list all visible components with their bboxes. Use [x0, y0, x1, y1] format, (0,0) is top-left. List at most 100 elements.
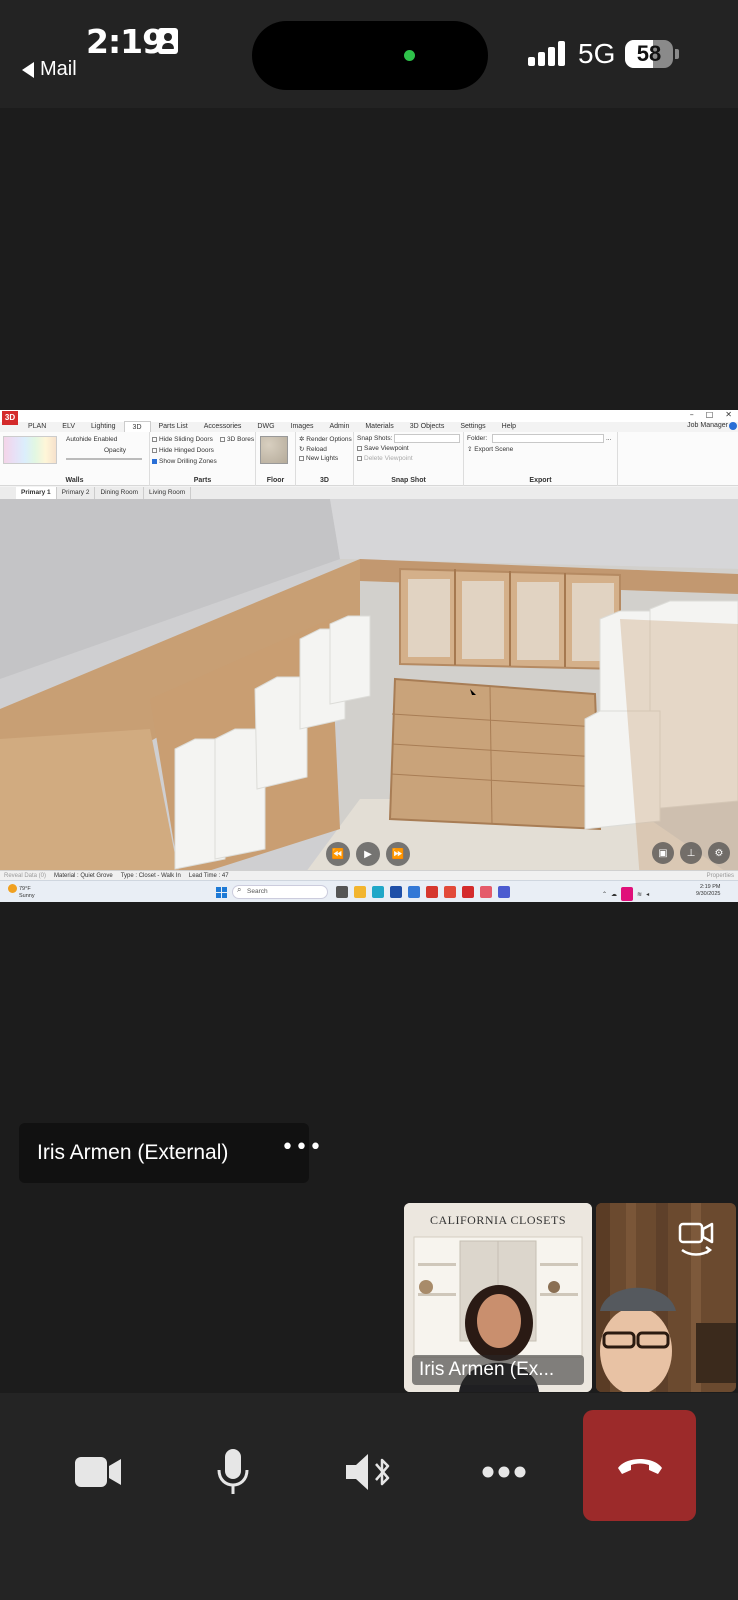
window-controls: – □ ✕	[690, 410, 732, 419]
menu-elv[interactable]: ELV	[54, 421, 83, 432]
california-closets-logo: CALIFORNIA CLOSETS	[429, 1213, 566, 1227]
floor-texture-picker[interactable]	[260, 436, 288, 464]
menu-3d[interactable]: 3D	[123, 421, 151, 432]
folder-label: Folder:	[467, 435, 488, 442]
frame-icon[interactable]: ▣	[652, 842, 674, 864]
minimize-icon[interactable]: –	[690, 410, 694, 419]
browse-folder-button[interactable]: ...	[606, 435, 611, 442]
delete-viewpoint-button[interactable]: Delete Viewpoint	[357, 455, 413, 462]
menu-images[interactable]: Images	[283, 421, 322, 432]
menu-dwg[interactable]: DWG	[249, 421, 282, 432]
fast-forward-button[interactable]: ⏩	[386, 842, 410, 866]
switch-camera-icon[interactable]	[676, 1220, 716, 1256]
more-options-button[interactable]	[472, 1440, 536, 1504]
3d-bores-checkbox[interactable]: 3D Bores	[220, 436, 254, 443]
active-speaker-card[interactable]: Iris Armen (External) •••	[19, 1123, 322, 1183]
back-to-mail-link[interactable]: Mail	[22, 58, 77, 81]
hang-up-icon	[617, 1458, 662, 1474]
menu-lighting[interactable]: Lighting	[83, 421, 124, 432]
active-speaker-name: Iris Armen (External)	[37, 1141, 229, 1164]
mail-icon[interactable]	[408, 886, 420, 898]
menu-3d-objects[interactable]: 3D Objects	[402, 421, 453, 432]
close-icon[interactable]: ✕	[725, 410, 732, 419]
tab-primary-2[interactable]: Primary 2	[57, 487, 96, 499]
settings-gear-icon[interactable]: ⚙	[708, 842, 730, 864]
save-viewpoint-button[interactable]: Save Viewpoint	[357, 445, 409, 452]
show-drilling-zones-checkbox[interactable]: Show Drilling Zones	[152, 458, 217, 465]
battery-tip	[675, 49, 679, 59]
hide-hinged-doors-checkbox[interactable]: Hide Hinged Doors	[152, 447, 214, 454]
taskview-icon[interactable]	[336, 886, 348, 898]
app-menubar: PLAN ELV Lighting 3D Parts List Accessories DW…	[20, 421, 524, 432]
taskbar-clock[interactable]: 2:19 PM 9/30/2025	[696, 884, 720, 898]
menu-help[interactable]: Help	[494, 421, 524, 432]
floor-plane-icon[interactable]: ⊥	[680, 842, 702, 864]
job-manager-link[interactable]: Job Manager	[687, 422, 728, 429]
menu-accessories[interactable]: Accessories	[196, 421, 250, 432]
menu-parts-list[interactable]: Parts List	[151, 421, 196, 432]
cloud-icon[interactable]: ☁	[611, 891, 617, 898]
ribbon-group-3d: ✲ Render Options ↻ Reload New Lights 3D	[296, 432, 354, 486]
taskbar-weather[interactable]: 79°F Sunny	[8, 884, 35, 900]
edge-icon[interactable]	[372, 886, 384, 898]
help-icon[interactable]	[729, 422, 737, 430]
wall-color-swatches[interactable]	[3, 436, 57, 464]
tab-living-room[interactable]: Living Room	[144, 487, 192, 499]
menu-plan[interactable]: PLAN	[20, 421, 54, 432]
audio-output-button[interactable]	[336, 1440, 400, 1504]
ribbon-group-title-walls: Walls	[65, 477, 84, 484]
export-scene-button[interactable]: ⇪ Export Scene	[467, 445, 513, 453]
volume-icon[interactable]: ◂	[646, 891, 649, 898]
menu-admin[interactable]: Admin	[322, 421, 358, 432]
back-label: Mail	[40, 58, 77, 80]
ribbon-group-snap-shot: Snap Shots: Save Viewpoint Delete Viewpo…	[354, 432, 464, 486]
outlook-icon[interactable]	[390, 886, 402, 898]
ribbon-group-title-3d: 3D	[320, 477, 329, 484]
taskbar-search[interactable]: Search	[232, 885, 328, 899]
ribbon-group-floor: Floor	[256, 432, 296, 486]
3d-viewport[interactable]	[0, 499, 738, 880]
explorer-icon[interactable]	[354, 886, 366, 898]
3d-app-icon[interactable]	[462, 886, 474, 898]
autohide-dropdown[interactable]: Autohide Enabled	[66, 436, 117, 443]
app-icon-red[interactable]	[426, 886, 438, 898]
render-options-button[interactable]: ✲ Render Options	[299, 435, 352, 443]
play-button[interactable]: ▶	[356, 842, 380, 866]
reveal-data-label: Reveal Data (0)	[4, 873, 47, 879]
opacity-slider[interactable]	[66, 458, 142, 460]
app-logo: 3D	[2, 411, 18, 425]
teams-icon[interactable]	[498, 886, 510, 898]
end-call-button[interactable]	[583, 1410, 696, 1521]
menu-materials[interactable]: Materials	[357, 421, 401, 432]
hide-sliding-doors-checkbox[interactable]: Hide Sliding Doors	[152, 436, 213, 443]
back-arrow-icon	[22, 61, 34, 78]
maximize-icon[interactable]: □	[706, 410, 714, 419]
camera-toggle-button[interactable]	[66, 1440, 130, 1504]
wifi-icon[interactable]: ≋	[637, 891, 642, 898]
camera-in-use-indicator	[404, 50, 415, 61]
system-tray: ⌃ ☁ ≋ ◂	[602, 887, 649, 901]
tab-primary-1[interactable]: Primary 1	[16, 487, 57, 499]
rewind-button[interactable]: ⏪	[326, 842, 350, 866]
battery-percent: 58	[636, 41, 662, 66]
participant-more-button[interactable]: •••	[281, 1135, 323, 1160]
sun-icon	[8, 884, 17, 893]
ribbon-group-title-floor: Floor	[266, 477, 285, 484]
app-status-line: Reveal Data (0) Material : Quiet Grove T…	[0, 870, 738, 880]
reload-button[interactable]: ↻ Reload	[299, 445, 327, 453]
tab-dining-room[interactable]: Dining Room	[95, 487, 145, 499]
tray-microphone-icon[interactable]	[621, 887, 634, 901]
ribbon-group-title-snap-shot: Snap Shot	[391, 477, 426, 484]
new-lights-checkbox[interactable]: New Lights	[299, 455, 338, 462]
folder-input[interactable]	[492, 434, 604, 443]
mute-button[interactable]	[201, 1440, 265, 1504]
video-tile-iris[interactable]: CALIFORNIA CLOSETS Iris Armen (Ex...	[404, 1203, 592, 1392]
snap-shots-select[interactable]	[394, 434, 460, 443]
app-icon-pink[interactable]	[480, 886, 492, 898]
windows-start-icon[interactable]	[216, 887, 227, 898]
ribbon-group-title-export: Export	[529, 477, 552, 484]
chrome-icon[interactable]	[444, 886, 456, 898]
menu-settings[interactable]: Settings	[452, 421, 493, 432]
taskbar-apps	[336, 886, 510, 898]
tray-chevron-icon[interactable]: ⌃	[602, 891, 607, 898]
